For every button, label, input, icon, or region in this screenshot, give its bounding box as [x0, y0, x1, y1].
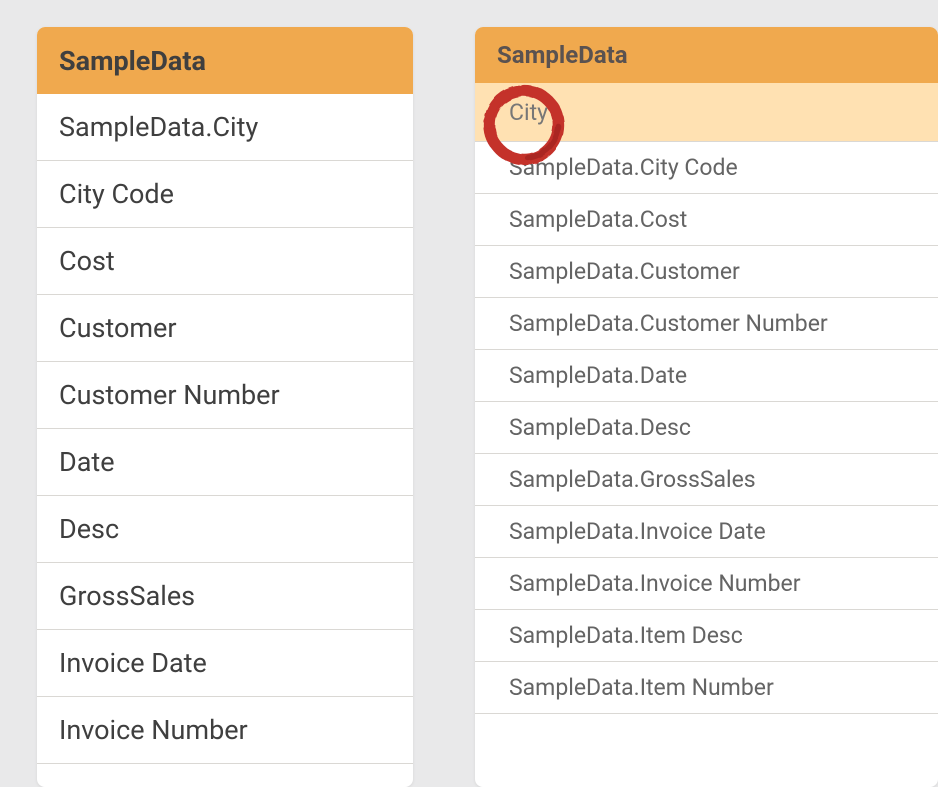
list-item[interactable]: SampleData.City Code	[475, 142, 938, 194]
list-item[interactable]: SampleData.Item Desc	[475, 610, 938, 662]
left-panel-header[interactable]: SampleData	[37, 27, 413, 94]
list-item[interactable]: Desc	[37, 496, 413, 563]
list-item[interactable]: Customer	[37, 295, 413, 362]
list-item[interactable]: SampleData.GrossSales	[475, 454, 938, 506]
left-data-panel: SampleData SampleData.City City Code Cos…	[37, 27, 413, 787]
list-item[interactable]: SampleData.City	[37, 94, 413, 161]
list-item[interactable]: Invoice Date	[37, 630, 413, 697]
list-item[interactable]: SampleData.Date	[475, 350, 938, 402]
list-item[interactable]: SampleData.Cost	[475, 194, 938, 246]
list-item[interactable]: Date	[37, 429, 413, 496]
list-item[interactable]: SampleData.Item Number	[475, 662, 938, 714]
list-item[interactable]: SampleData.Customer	[475, 246, 938, 298]
list-item[interactable]: GrossSales	[37, 563, 413, 630]
list-item[interactable]: SampleData.Desc	[475, 402, 938, 454]
list-item[interactable]: Cost	[37, 228, 413, 295]
list-item[interactable]: Customer Number	[37, 362, 413, 429]
list-item[interactable]: City Code	[37, 161, 413, 228]
list-item[interactable]: SampleData.Customer Number	[475, 298, 938, 350]
list-item-highlighted[interactable]: City	[475, 83, 938, 142]
list-item[interactable]: Invoice Number	[37, 697, 413, 764]
list-item[interactable]: SampleData.Invoice Date	[475, 506, 938, 558]
list-item[interactable]: SampleData.Invoice Number	[475, 558, 938, 610]
right-panel-header[interactable]: SampleData	[475, 27, 938, 83]
right-data-panel: SampleData City SampleData.City Code Sam…	[475, 27, 938, 787]
